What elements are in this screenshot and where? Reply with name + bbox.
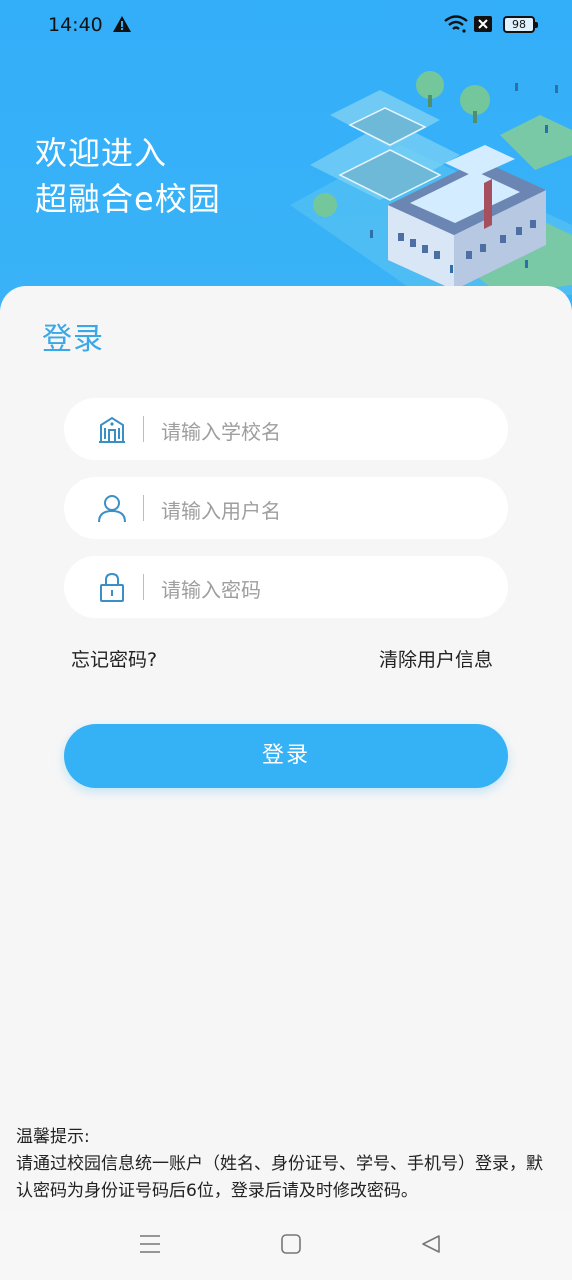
welcome-line-1: 欢迎进入: [35, 134, 168, 172]
username-input[interactable]: 请输入用户名: [64, 477, 508, 539]
tips-body: 请通过校园信息统一账户（姓名、身份证号、学号、手机号）登录，默认密码为身份证号码…: [16, 1154, 543, 1201]
wifi-icon: [444, 15, 468, 33]
tips-heading: 温馨提示:: [16, 1127, 90, 1147]
close-box-icon: [474, 16, 492, 32]
login-title: 登录: [42, 322, 104, 357]
home-icon[interactable]: [280, 1233, 302, 1255]
system-nav-bar: [0, 1210, 572, 1280]
lock-icon: [100, 572, 124, 602]
tips-section: 温馨提示: 请通过校园信息统一账户（姓名、身份证号、学号、手机号）登录，默认密码…: [16, 1124, 556, 1205]
login-card: 登录 请输入学校名 请输入用户名 请输入密码 忘记密码? 清除用户信息 登录 温…: [0, 286, 572, 1280]
field-separator: [143, 574, 144, 600]
status-bar: 14:40 98: [0, 0, 572, 50]
battery-icon: 98: [503, 16, 538, 33]
status-time: 14:40: [48, 14, 103, 36]
welcome-text: 欢迎进入 超融合e校园: [35, 130, 221, 222]
password-input[interactable]: 请输入密码: [64, 556, 508, 618]
forgot-password-link[interactable]: 忘记密码?: [71, 645, 157, 672]
user-icon: [98, 495, 126, 523]
back-icon[interactable]: [420, 1233, 442, 1255]
menu-icon[interactable]: [139, 1233, 161, 1255]
school-input[interactable]: 请输入学校名: [64, 398, 508, 460]
hero-banner: 14:40 98 欢迎进入 超融合e校园: [0, 0, 572, 330]
field-separator: [143, 416, 144, 442]
username-input-placeholder: 请输入用户名: [161, 499, 281, 523]
school-building-icon: [99, 416, 125, 443]
clear-user-info-link[interactable]: 清除用户信息: [379, 645, 493, 672]
campus-illustration: [290, 71, 572, 295]
field-separator: [143, 495, 144, 521]
login-button[interactable]: 登录: [64, 724, 508, 788]
welcome-line-2: 超融合e校园: [35, 180, 221, 218]
warning-icon: [113, 16, 131, 32]
password-input-placeholder: 请输入密码: [161, 578, 261, 602]
school-input-placeholder: 请输入学校名: [161, 420, 281, 444]
